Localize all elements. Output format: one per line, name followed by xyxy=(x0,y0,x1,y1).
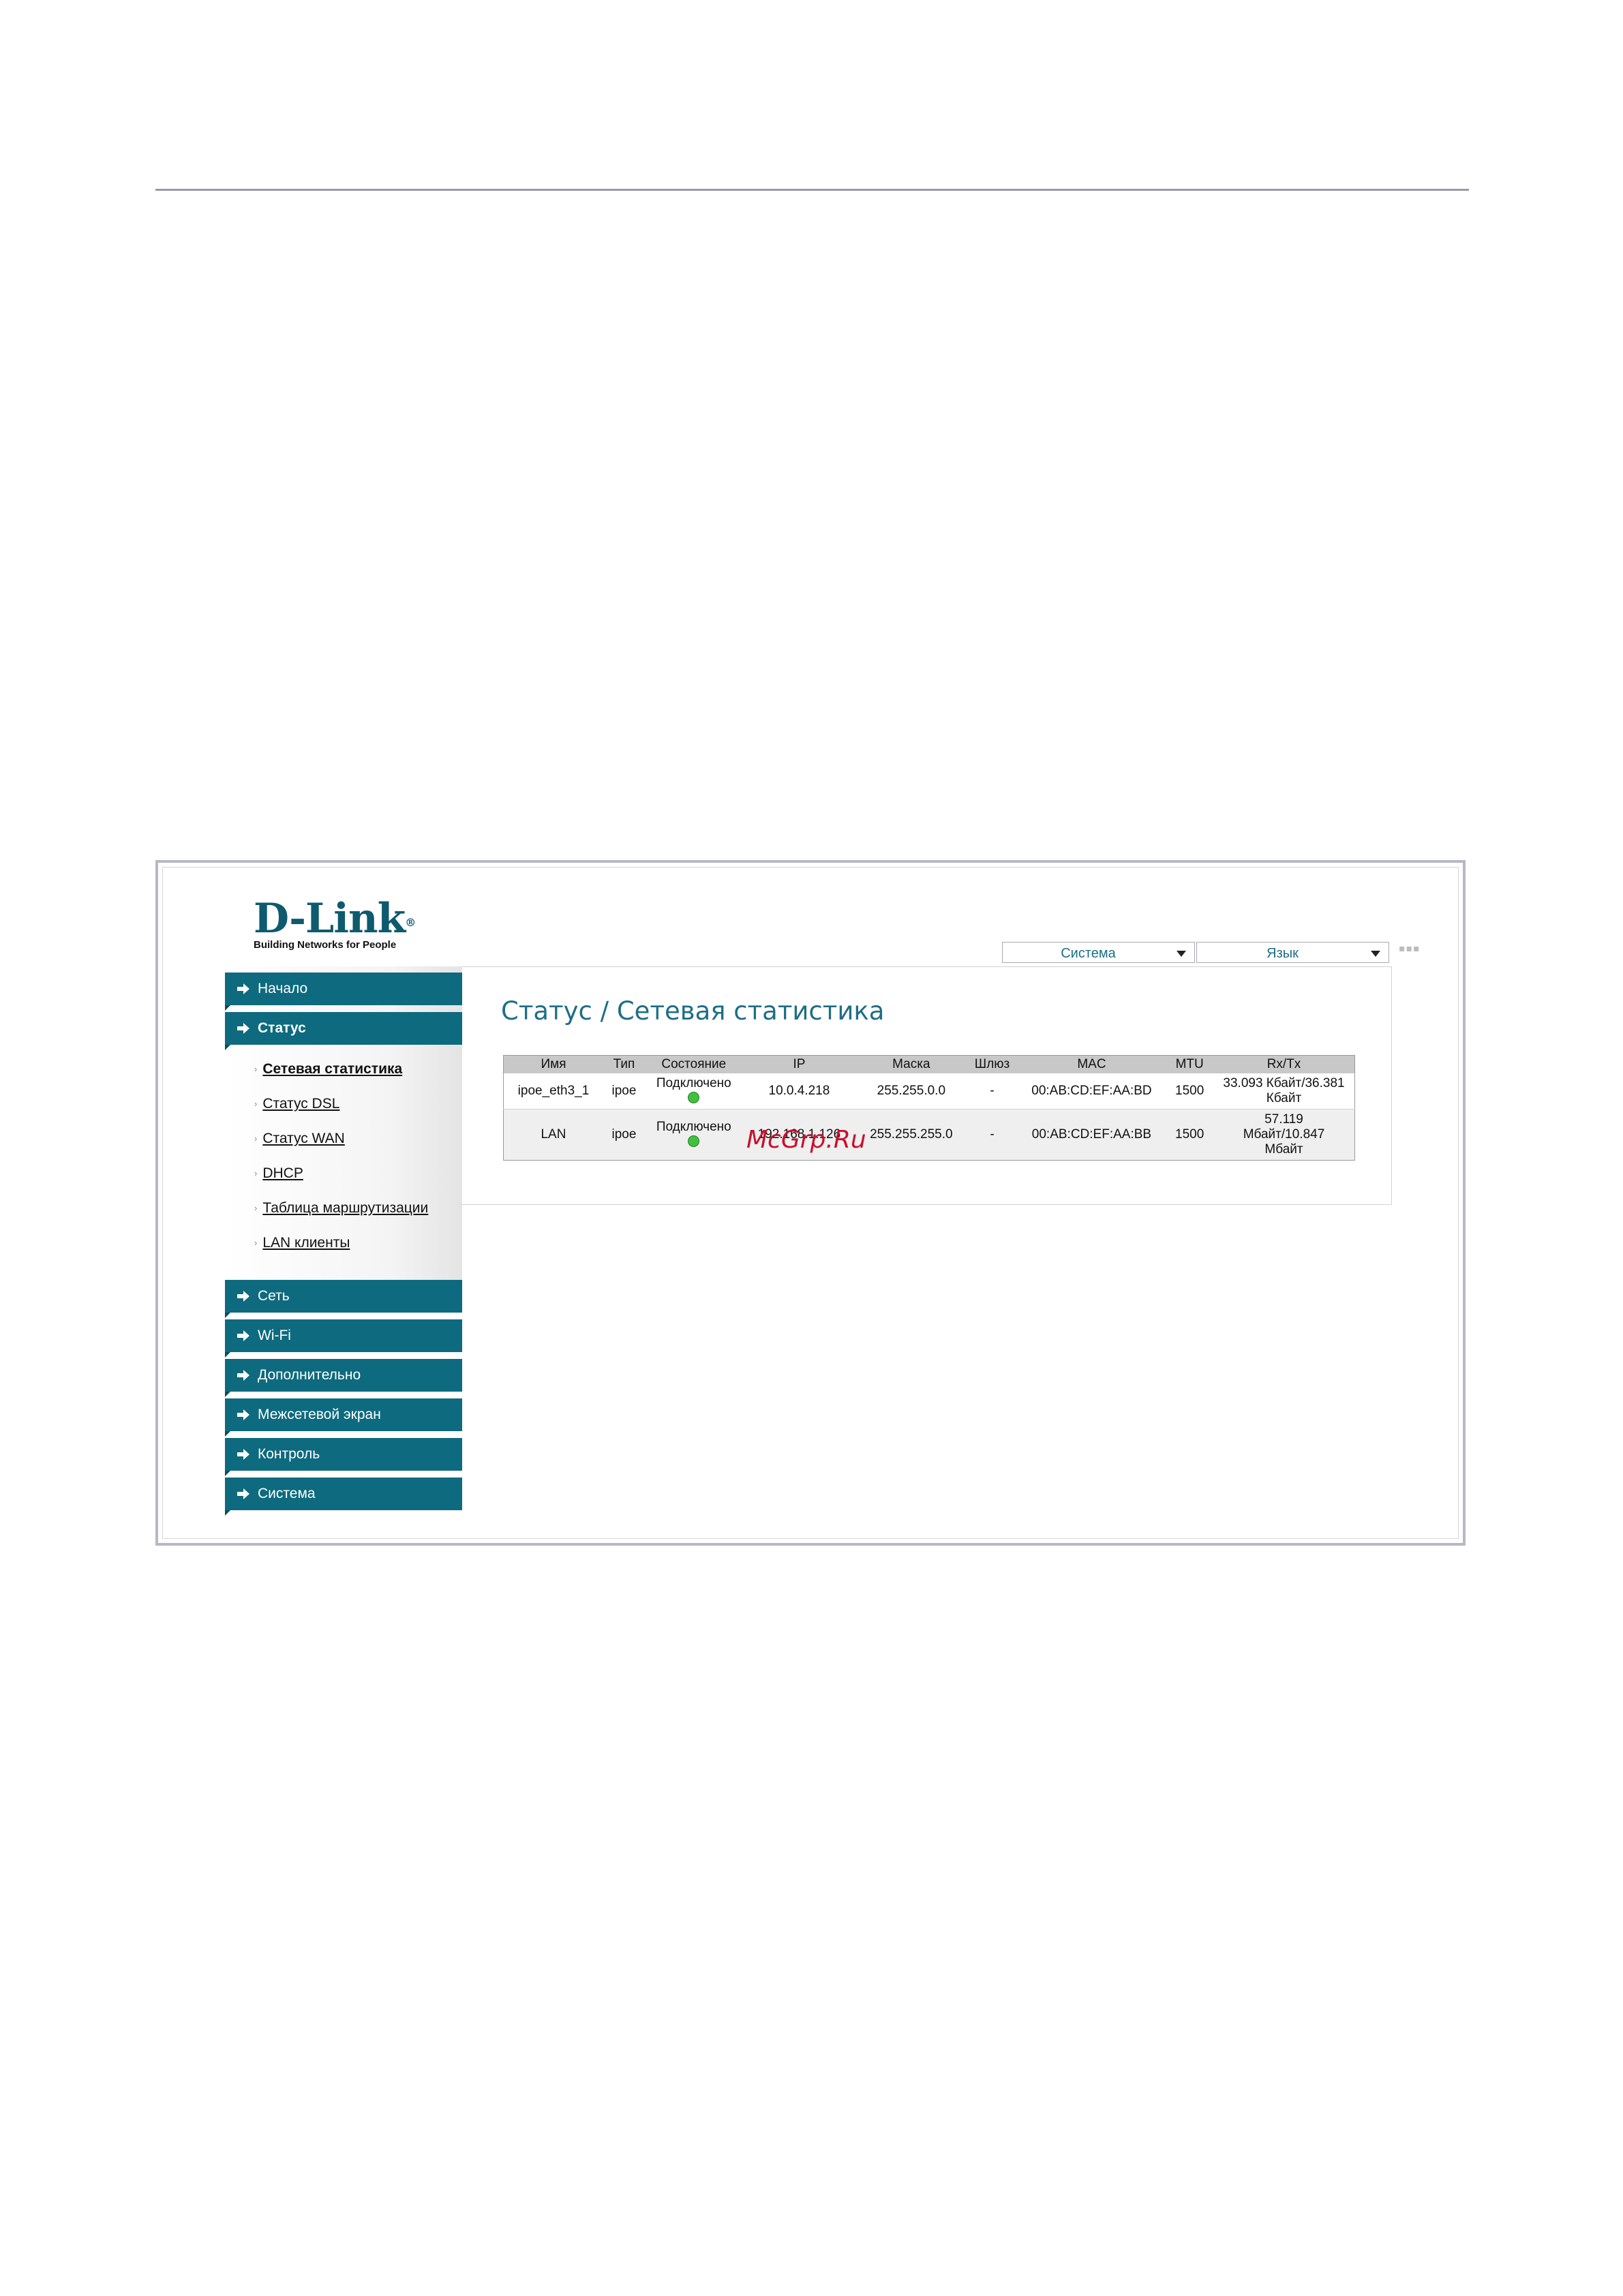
cell-mac: 00:AB:CD:EF:AA:BB xyxy=(1017,1109,1166,1161)
column-header-mtu: MTU xyxy=(1166,1055,1214,1073)
sidebar-item-control[interactable]: Контроль xyxy=(225,1438,462,1476)
dlink-logo[interactable]: D-Link® Building Networks for People xyxy=(254,895,416,951)
arrow-right-icon xyxy=(237,1370,249,1381)
sidebar-item-label: Сеть xyxy=(258,1288,290,1304)
system-dropdown[interactable]: Система xyxy=(1002,942,1195,963)
column-header-mask: Маска xyxy=(855,1055,967,1073)
language-dropdown[interactable]: Язык xyxy=(1196,942,1389,963)
chevron-right-icon: › xyxy=(254,1133,258,1144)
chevron-right-icon: › xyxy=(254,1238,258,1248)
chevron-right-icon: › xyxy=(254,1168,258,1178)
cell-state: Подключено xyxy=(644,1109,743,1161)
column-header-type: Тип xyxy=(603,1055,645,1073)
sidebar-item-label: Wi-Fi xyxy=(258,1328,291,1343)
cell-mac: 00:AB:CD:EF:AA:BD xyxy=(1017,1073,1166,1109)
arrow-right-icon xyxy=(237,983,249,994)
page-top-rule xyxy=(155,189,1469,191)
arrow-right-icon xyxy=(237,1291,249,1302)
sidebar-item-label: Начало xyxy=(258,981,308,996)
cell-mtu: 1500 xyxy=(1166,1073,1214,1109)
page-title: Статус / Сетевая статистика xyxy=(501,996,885,1026)
submenu-item-dsl-status[interactable]: › Статус DSL xyxy=(254,1096,339,1112)
sidebar-item-wifi[interactable]: Wi-Fi xyxy=(225,1319,462,1358)
column-header-gateway: Шлюз xyxy=(967,1055,1018,1073)
submenu-item-lan-clients[interactable]: › LAN клиенты xyxy=(254,1235,350,1251)
cell-mask: 255.255.0.0 xyxy=(855,1073,967,1109)
cell-rxtx: 33.093 Кбайт/36.381 Кбайт xyxy=(1213,1073,1355,1109)
more-dots-icon[interactable]: ▪▪▪ xyxy=(1399,943,1420,954)
cell-name: ipoe_eth3_1 xyxy=(503,1073,603,1109)
sidebar-item-label: Дополнительно xyxy=(258,1367,361,1383)
status-ok-icon xyxy=(688,1092,700,1104)
chevron-down-icon xyxy=(1371,951,1380,957)
cell-mask: 255.255.255.0 xyxy=(855,1109,967,1161)
column-header-ip: IP xyxy=(742,1055,856,1073)
watermark-text: McGrp.Ru xyxy=(746,1126,866,1154)
table-row: LAN ipoe Подключено 192.168.1.126 255.25… xyxy=(503,1109,1355,1161)
submenu-item-routing-table[interactable]: › Таблица маршрутизации xyxy=(254,1200,428,1216)
network-stats-table: Имя Тип Состояние IP Маска Шлюз MAC MTU … xyxy=(503,1055,1355,1161)
submenu-item-wan-status[interactable]: › Статус WAN xyxy=(254,1131,345,1147)
submenu-item-dhcp[interactable]: › DHCP xyxy=(254,1165,303,1182)
status-ok-icon xyxy=(688,1135,700,1148)
sidebar-item-firewall[interactable]: Межсетевой экран xyxy=(225,1398,462,1437)
sidebar-item-label: Межсетевой экран xyxy=(258,1407,381,1422)
cell-type: ipoe xyxy=(603,1073,645,1109)
arrow-right-icon xyxy=(237,1023,249,1034)
chevron-right-icon: › xyxy=(254,1203,258,1213)
arrow-right-icon xyxy=(237,1330,249,1341)
column-header-state: Состояние xyxy=(644,1055,743,1073)
cell-rxtx: 57.119 Мбайт/10.847 Мбайт xyxy=(1213,1109,1355,1161)
cell-gateway: - xyxy=(967,1073,1018,1109)
submenu-item-network-stats[interactable]: › Сетевая статистика xyxy=(254,1061,402,1077)
column-header-name: Имя xyxy=(503,1055,603,1073)
state-text: Подключено xyxy=(656,1076,731,1090)
chevron-down-icon xyxy=(1177,951,1186,957)
sidebar-item-status[interactable]: Статус xyxy=(225,1012,462,1050)
system-dropdown-label: Система xyxy=(1061,946,1116,961)
arrow-right-icon xyxy=(237,1409,249,1420)
sidebar-item-home[interactable]: Начало xyxy=(225,973,462,1011)
sidebar-item-network[interactable]: Сеть xyxy=(225,1280,462,1318)
sidebar-item-label: Система xyxy=(258,1486,316,1501)
cell-mtu: 1500 xyxy=(1166,1109,1214,1161)
logo-tagline: Building Networks for People xyxy=(254,939,397,951)
cell-ip: 10.0.4.218 xyxy=(742,1073,856,1109)
arrow-right-icon xyxy=(237,1488,249,1499)
cell-gateway: - xyxy=(967,1109,1018,1161)
chevron-right-icon: › xyxy=(254,1099,258,1109)
arrow-right-icon xyxy=(237,1449,249,1460)
table-row: ipoe_eth3_1 ipoe Подключено 10.0.4.218 2… xyxy=(503,1073,1355,1109)
sidebar-item-label: Статус xyxy=(258,1020,306,1036)
language-dropdown-label: Язык xyxy=(1266,946,1299,961)
column-header-mac: MAC xyxy=(1017,1055,1166,1073)
sidebar-item-label: Контроль xyxy=(258,1446,320,1462)
table-header-row: Имя Тип Состояние IP Маска Шлюз MAC MTU … xyxy=(503,1055,1355,1073)
cell-type: ipoe xyxy=(603,1109,645,1161)
state-text: Подключено xyxy=(656,1120,731,1134)
registered-mark: ® xyxy=(405,916,416,929)
chevron-right-icon: › xyxy=(254,1064,258,1074)
column-header-rxtx: Rx/Tx xyxy=(1213,1055,1355,1073)
cell-name: LAN xyxy=(503,1109,603,1161)
sidebar-item-advanced[interactable]: Дополнительно xyxy=(225,1359,462,1397)
logo-text: D-Link xyxy=(254,895,406,943)
sidebar-item-system[interactable]: Система xyxy=(225,1478,462,1516)
cell-state: Подключено xyxy=(644,1073,743,1109)
